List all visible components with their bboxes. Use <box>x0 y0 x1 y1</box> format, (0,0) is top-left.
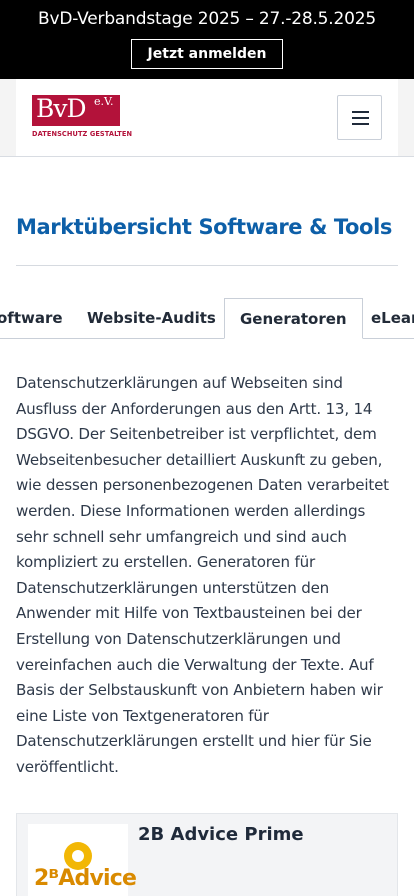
vendor-logo-text: 2ᴮAdvice <box>34 866 137 891</box>
title-divider <box>16 265 398 266</box>
site-header: BvD e.V. DATENSCHUTZ GESTALTEN <box>16 79 398 156</box>
menu-bar <box>352 123 369 125</box>
register-button[interactable]: Jetzt anmelden <box>131 39 283 69</box>
header-divider <box>0 156 414 157</box>
tab-generatoren[interactable]: Generatoren <box>224 298 363 339</box>
menu-bar <box>352 111 369 113</box>
vendor-card[interactable]: 2ᴮAdvice 2B Advice Prime <box>16 813 398 896</box>
logo-mark: BvD e.V. <box>32 94 120 126</box>
logo-superscript: e.V. <box>94 95 114 108</box>
vendor-title[interactable]: 2B Advice Prime <box>138 824 304 845</box>
vendor-logo-mark-inner <box>72 850 84 862</box>
bvd-logo[interactable]: BvD e.V. DATENSCHUTZ GESTALTEN <box>32 94 132 140</box>
vendor-logo: 2ᴮAdvice <box>28 824 137 896</box>
logo-text: BvD <box>36 94 87 123</box>
page-title: Marktübersicht Software & Tools <box>16 215 392 239</box>
announcement-bar: BvD-Verbandstage 2025 – 27.-28.5.2025 Je… <box>0 0 414 79</box>
hamburger-menu-icon[interactable] <box>337 95 382 140</box>
tab-software[interactable]: oftware <box>0 298 63 338</box>
tab-elearning[interactable]: eLearn <box>371 298 414 338</box>
menu-bar <box>352 117 369 119</box>
intro-text: Datenschutzerklärungen auf Webseiten sin… <box>16 374 389 776</box>
logo-tagline: DATENSCHUTZ GESTALTEN <box>32 130 133 138</box>
announcement-text: BvD-Verbandstage 2025 – 27.-28.5.2025 <box>38 9 376 29</box>
tab-website-audits[interactable]: Website-Audits <box>87 298 216 338</box>
